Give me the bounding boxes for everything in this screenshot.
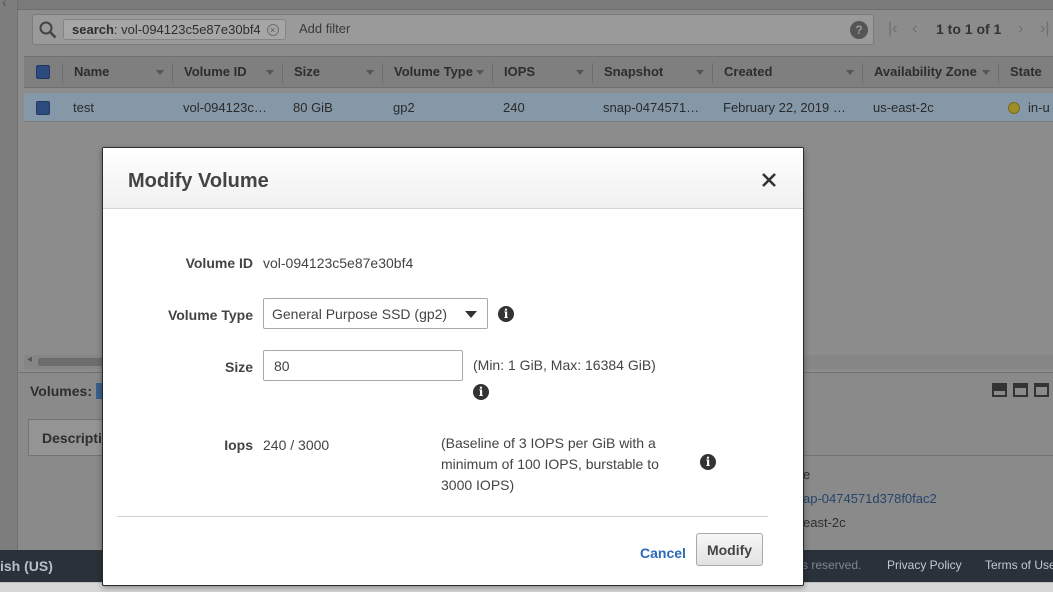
column-header-size[interactable]: Size [294,57,382,87]
cancel-button[interactable]: Cancel [640,545,686,561]
column-header-name[interactable]: Name [74,57,172,87]
dropdown-caret-icon [465,311,477,318]
next-page-icon[interactable]: › [1018,20,1023,38]
privacy-policy-link[interactable]: Privacy Policy [887,558,962,572]
cell-iops: 240 [503,100,525,115]
info-icon[interactable]: i [700,454,716,470]
column-separator [62,63,63,83]
last-page-icon[interactable]: ›| [1040,20,1049,38]
volume-type-selected-value: General Purpose SSD (gp2) [272,306,448,322]
add-filter-input[interactable]: Add filter [299,21,350,36]
pane-bottom-icon[interactable] [992,383,1007,397]
cell-volume-type: gp2 [393,100,415,115]
iops-label: Iops [224,437,253,453]
terms-of-use-link[interactable]: Terms of Use [985,558,1053,572]
size-hint: (Min: 1 GiB, Max: 16384 GiB) [473,357,656,373]
column-separator [998,63,999,83]
detail-value-fragment: e [803,467,811,482]
left-rail[interactable]: ‹ [0,0,18,550]
cell-availability-zone: us-east-2c [873,100,934,115]
top-strip [0,0,1053,10]
size-input[interactable] [263,350,463,381]
column-header-iops[interactable]: IOPS [504,57,592,87]
modify-button[interactable]: Modify [696,533,763,566]
cell-size: 80 GiB [293,100,333,115]
sort-caret-icon[interactable] [476,70,484,75]
filter-search-bar[interactable]: search: vol-094123c5e87e30bf4 × Add filt… [32,14,874,45]
close-icon[interactable] [759,170,779,190]
pagination-text: 1 to 1 of 1 [936,21,1002,37]
help-icon[interactable]: ? [850,21,868,39]
sort-caret-icon[interactable] [266,70,274,75]
detail-snapshot-link[interactable]: ap-0474571d378f0fac2 [803,491,937,506]
detail-zone-fragment: east-2c [803,515,846,530]
volume-id-value: vol-094123c5e87e30bf4 [263,255,414,271]
column-separator [282,63,283,83]
volume-type-select[interactable]: General Purpose SSD (gp2) [263,298,488,329]
column-header-volume-id[interactable]: Volume ID [184,57,282,87]
volume-id-label: Volume ID [185,255,253,271]
volume-type-label: Volume Type [167,307,253,323]
chip-value: : vol-094123c5e87e30bf4 [113,22,261,37]
search-icon [39,21,57,39]
select-all-checkbox[interactable] [36,65,50,79]
copyright-text: s reserved. [802,558,862,572]
first-page-icon[interactable]: |‹ [888,20,897,38]
pagination: |‹ ‹ 1 to 1 of 1 › ›| [884,20,1053,40]
cell-name: test [73,100,94,115]
chip-remove-icon[interactable]: × [266,24,279,36]
column-header-snapshot[interactable]: Snapshot [604,57,712,87]
sort-caret-icon[interactable] [696,70,704,75]
modify-volume-dialog: Modify Volume Volume ID vol-094123c5e87e… [102,147,804,586]
search-filter-chip[interactable]: search: vol-094123c5e87e30bf4 × [63,19,286,40]
cell-state: in-u [1008,93,1053,121]
sort-caret-icon[interactable] [982,70,990,75]
column-separator [592,63,593,83]
state-text: in-u [1028,100,1050,115]
pane-full-icon[interactable] [1034,383,1049,397]
info-icon[interactable]: i [473,384,489,400]
column-header-volume-type[interactable]: Volume Type [394,57,492,87]
column-separator [492,63,493,83]
chevron-left-icon[interactable]: ‹ [2,0,7,10]
sort-caret-icon[interactable] [576,70,584,75]
iops-hint: (Baseline of 3 IOPS per GiB with a minim… [441,433,681,496]
dialog-header: Modify Volume [103,148,803,209]
table-header: Name Volume ID Size Volume Type IOPS Sna… [24,56,1053,88]
sort-caret-icon[interactable] [156,70,164,75]
iops-hint-line: (Baseline of 3 IOPS per GiB with a [441,435,656,451]
cell-volume-id: vol-094123c… [183,100,267,115]
table-row[interactable]: test vol-094123c… 80 GiB gp2 240 snap-04… [24,93,1053,122]
iops-hint-line: minimum of 100 IOPS, burstable to [441,456,659,472]
cell-snapshot: snap-0474571… [603,100,700,115]
size-label: Size [224,359,253,375]
volumes-label: Volumes: [30,383,92,399]
dialog-title: Modify Volume [128,170,269,192]
column-separator [712,63,713,83]
column-separator [382,63,383,83]
row-checkbox[interactable] [36,101,50,115]
prev-page-icon[interactable]: ‹ [912,20,917,38]
dialog-divider [117,516,768,517]
scroll-left-icon[interactable]: ◂ [27,354,32,365]
pane-layout-controls [986,383,1049,400]
state-indicator-icon [1008,102,1020,114]
column-header-created[interactable]: Created [724,57,862,87]
info-icon[interactable]: i [498,306,514,322]
column-header-state[interactable]: State [1010,57,1053,87]
iops-value: 240 / 3000 [263,437,330,453]
sort-caret-icon[interactable] [366,70,374,75]
sort-caret-icon[interactable] [846,70,854,75]
column-separator [172,63,173,83]
iops-hint-line: 3000 IOPS) [441,477,515,493]
column-header-availability-zone[interactable]: Availability Zone [874,57,998,87]
language-selector[interactable]: ish (US) [0,558,53,574]
cell-created: February 22, 2019 … [723,100,846,115]
chip-key: search [72,22,114,37]
column-separator [862,63,863,83]
pane-split-icon[interactable] [1013,383,1028,397]
